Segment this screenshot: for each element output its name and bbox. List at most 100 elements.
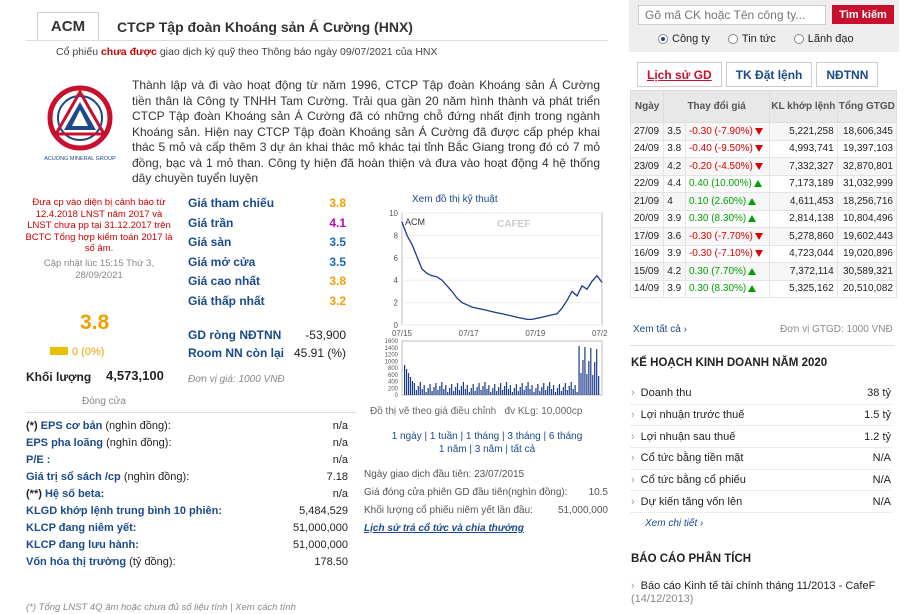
price-value: 3.2 <box>329 293 346 308</box>
chart-caption-left: Đồ thị vẽ theo giá điều chỉnh <box>370 406 497 417</box>
radio-icon[interactable] <box>793 34 804 44</box>
price-cell: 3.6 <box>663 227 686 246</box>
volume-bar <box>480 390 482 395</box>
report-item[interactable]: › Báo cáo Kinh tế tài chính tháng 11/2013… <box>631 580 891 606</box>
gtgd-unit: Đơn vị GTGD: 1000 VNĐ <box>780 324 893 335</box>
volume-bar <box>531 385 533 395</box>
listing-info: Ngày giao dịch đầu tiên: 23/07/2015 Giá đ… <box>364 466 608 538</box>
price-row: Giá trần 4.1 <box>188 216 346 236</box>
view-all-link[interactable]: Xem tất cả › <box>633 324 687 335</box>
table-row: 24/09 3.8 -0.40 (-9.50%) 4,993,741 19,397,10… <box>629 139 898 158</box>
volume-bar <box>505 382 508 395</box>
volume-cell: 5,221,258 <box>769 122 838 141</box>
fin-value: n/a <box>332 420 348 432</box>
change-cell: 0.30 (8.30%) <box>684 209 771 228</box>
volume-bar <box>447 392 449 395</box>
tab-1[interactable]: TK Đặt lệnh <box>725 62 813 87</box>
arrow-up-icon <box>748 285 757 293</box>
volume-bar <box>454 387 457 395</box>
arrow-down-icon <box>754 127 763 135</box>
plan-row: Lợi nhuận sau thuế 1.2 tỷ <box>631 426 891 449</box>
table-row: 16/09 3.9 -0.30 (-7.10%) 4,723,044 19,020,89… <box>629 244 898 263</box>
search-option-0[interactable]: Công ty <box>658 33 710 45</box>
volume-bar <box>537 384 539 395</box>
plan-row: Cổ tức bằng tiền mặt N/A <box>631 448 891 470</box>
volume-bar <box>466 385 468 395</box>
periods-line1[interactable]: 1 ngày | 1 tuần | 1 tháng | 3 tháng | 6 … <box>378 430 596 443</box>
volume-cell: 4,723,044 <box>769 244 838 263</box>
plan-row: Cổ tức bằng cổ phiếu N/A <box>631 470 891 492</box>
price-row: Giá sàn 3.5 <box>188 235 346 255</box>
value-cell: 20,510,082 <box>836 279 898 298</box>
financial-indicators: (*) EPS cơ bản (nghìn đồng): n/a EPS pha l… <box>26 420 348 573</box>
value-cell: 30,589,321 <box>836 262 898 281</box>
volume-bar <box>568 386 570 395</box>
change-text: -0.40 (-9.50%) <box>688 143 753 155</box>
date-cell: 21/09 <box>629 192 665 211</box>
foreign-value: -53,900 <box>305 328 346 342</box>
volume-bar <box>574 385 576 395</box>
fin-name: KLCP đang lưu hành: <box>26 539 139 551</box>
table-header: Ngày Thay đổi giá KL khớp lệnh Tổng GTGD <box>629 90 898 123</box>
tab-2[interactable]: NĐTNN <box>816 62 879 87</box>
volume-bar <box>592 375 594 395</box>
change-cell: 0.30 (7.70%) <box>684 262 771 281</box>
change-text: -0.30 (-7.70%) <box>688 230 753 242</box>
value-cell: 32,870,801 <box>836 157 898 176</box>
date-cell: 15/09 <box>629 262 665 281</box>
header-cell: Thay đổi giá <box>663 90 770 123</box>
search-option-2[interactable]: Lãnh đạo <box>793 33 854 45</box>
fin-unit: (nghìn đồng): <box>102 420 171 432</box>
arrow-down-icon <box>754 145 763 153</box>
radio-icon[interactable] <box>658 34 668 44</box>
fin-label: KLCP đang lưu hành: <box>26 539 139 556</box>
fin-row: P/E : n/a <box>26 454 348 471</box>
volume-bar <box>431 391 433 395</box>
search-button[interactable]: Tìm kiếm <box>832 5 894 24</box>
vol-tick-label: 800 <box>388 366 399 372</box>
price-label: Giá sàn <box>188 235 232 250</box>
volume-bar <box>456 383 459 395</box>
volume-bar <box>407 373 410 395</box>
search-input[interactable] <box>638 5 826 25</box>
volume-bar <box>588 361 590 395</box>
price-change-value: 0 (0%) <box>72 346 105 358</box>
plan-detail-link[interactable]: Xem chi tiết › <box>645 518 703 529</box>
header-cell: Tổng GTGD <box>836 90 898 123</box>
price-value: 3.8 <box>329 196 346 210</box>
foreign-trading: GD ròng NĐTNN -53,900 Room NN còn lại 45.91… <box>188 328 346 364</box>
tab-0[interactable]: Lịch sử GD <box>637 62 722 87</box>
chart-ticker: ACM <box>405 217 425 227</box>
price-cell: 3.9 <box>663 279 686 298</box>
plan-label: Lợi nhuận trước thuế <box>631 409 745 421</box>
periods-line2[interactable]: 1 năm | 3 năm | tất cả <box>378 443 596 456</box>
arrow-up-icon <box>748 215 757 223</box>
volume-bar <box>503 386 506 395</box>
volume-bar <box>511 392 513 395</box>
volume-bar <box>482 386 484 395</box>
chart-periods[interactable]: 1 ngày | 1 tuần | 1 tháng | 3 tháng | 6 … <box>378 430 596 456</box>
history-table: Ngày Thay đổi giá KL khớp lệnh Tổng GTGD 27/… <box>629 90 898 298</box>
technical-chart-link[interactable]: Xem đồ thị kỹ thuật <box>412 194 498 205</box>
radio-icon[interactable] <box>727 34 738 44</box>
change-cell: -0.30 (-7.70%) <box>684 227 771 246</box>
volume-bar <box>486 389 488 395</box>
notice-bold: chưa được <box>100 46 157 58</box>
dividend-history-link[interactable]: Lịch sử trả cổ tức và chia thưởng <box>364 520 608 538</box>
price-cell: 3.9 <box>663 209 686 228</box>
search-option-1[interactable]: Tin tức <box>727 33 776 45</box>
margin-notice: Cổ phiếu chưa được giao dịch ký quỹ theo… <box>56 46 437 58</box>
date-cell: 16/09 <box>629 244 665 263</box>
change-cell: -0.30 (-7.10%) <box>684 244 771 263</box>
date-cell: 22/09 <box>629 174 665 193</box>
chart-caption-right: đv KLg: 10,000cp <box>504 406 583 417</box>
y-tick-label: 10 <box>389 209 398 218</box>
volume-cell: 7,332,327 <box>769 157 838 176</box>
volume-cell: 7,173,189 <box>769 174 838 193</box>
price-cell: 4 <box>663 192 686 211</box>
volume-bar <box>470 388 472 395</box>
listing-value: 51,000,000 <box>557 505 608 516</box>
chart-brand: CAFEF <box>497 219 530 230</box>
foreign-label: GD ròng NĐTNN <box>188 328 282 342</box>
warning-text: Đưa cp vào diện bị cảnh báo từ 12.4.2018… <box>25 197 173 254</box>
